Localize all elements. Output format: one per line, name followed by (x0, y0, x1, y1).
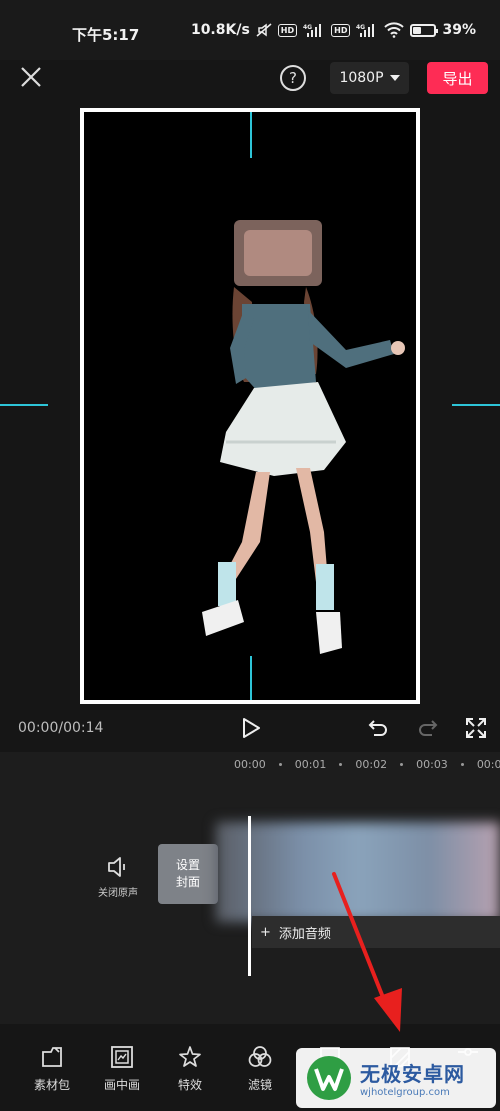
add-audio-label: 添加音频 (278, 926, 331, 942)
video-clip-track[interactable] (216, 822, 500, 922)
video-preview[interactable] (0, 100, 500, 710)
ruler-tick: 00:0 (476, 758, 500, 771)
hd-icon: HD (331, 23, 351, 37)
battery-level (413, 26, 422, 34)
speaker-icon (108, 857, 125, 877)
material-pack-icon (42, 1047, 62, 1067)
playback-time: 00:00/00:14 (18, 720, 104, 736)
help-glyph: ? (289, 69, 297, 87)
fullscreen-icon[interactable] (464, 716, 488, 740)
mute-label: 关闭原声 (98, 888, 138, 899)
tool-effects[interactable]: 特效 (162, 1044, 218, 1093)
resolution-select[interactable]: 1080P (330, 62, 409, 94)
signal-4g-icon: 4G (356, 24, 375, 37)
plus-icon: + (260, 924, 271, 940)
hd-icon: HD (277, 23, 298, 37)
cover-label-line1: 设置 (175, 858, 200, 872)
battery-icon (410, 23, 439, 37)
redo-icon[interactable] (416, 716, 440, 740)
tool-picture-in-picture[interactable]: 画中画 (94, 1044, 150, 1093)
watermark-logo-icon (307, 1056, 351, 1100)
play-icon[interactable] (240, 716, 262, 740)
svg-text:4G: 4G (303, 24, 312, 31)
video-frame[interactable] (80, 108, 420, 704)
mute-original-button[interactable]: 关闭原声 (90, 856, 146, 899)
set-cover-button[interactable]: 设置 封面 (158, 844, 218, 904)
tool-material-pack[interactable]: 素材包 (24, 1044, 80, 1093)
signal-4g-icon: 4G (303, 24, 322, 37)
ruler-tick: 00:02 (355, 758, 388, 771)
playhead[interactable] (248, 816, 251, 976)
picture-in-picture-icon (111, 1046, 133, 1068)
svg-text:4G: 4G (356, 24, 365, 31)
status-time: 下午5:17 (72, 26, 140, 44)
tool-filter[interactable]: 滤镜 (232, 1044, 288, 1093)
cover-label-line2: 封面 (175, 875, 200, 889)
timeline[interactable]: 00:00 00:01 00:02 00:03 00:0 关闭原声 设置封面 +… (0, 752, 500, 1024)
effects-icon (179, 1046, 201, 1067)
status-indicators: 10.8K/s HD 4G HD 4G 39% (191, 22, 476, 38)
watermark-name: 无极安卓网 (360, 1062, 465, 1086)
filter-icon (248, 1046, 272, 1067)
add-audio-button[interactable]: + 添加音频 (252, 916, 500, 948)
tool-label: 素材包 (33, 1078, 70, 1092)
status-bar: 下午5:17 10.8K/s HD 4G HD 4G 39% (0, 0, 500, 60)
watermark-url: wjhotelgroup.com (360, 1087, 450, 1098)
mute-icon (256, 23, 272, 37)
caret-down-icon (389, 75, 400, 81)
network-speed: 10.8K/s (190, 22, 250, 38)
dancer-figure (202, 220, 405, 654)
wifi-icon (384, 22, 405, 38)
tool-label: 画中画 (103, 1078, 140, 1092)
guide-line-right (452, 404, 500, 406)
ruler-tick: 00:03 (416, 758, 448, 771)
time-ruler: 00:00 00:01 00:02 00:03 00:0 (234, 758, 500, 771)
close-icon[interactable] (18, 64, 44, 90)
tool-label: 滤镜 (247, 1078, 272, 1092)
help-icon[interactable]: ? (280, 65, 306, 91)
ruler-tick: 00:01 (294, 758, 327, 771)
export-button[interactable]: 导出 (427, 62, 488, 94)
battery-percent: 39% (442, 22, 476, 38)
watermark-logo: 无极安卓网 wjhotelgroup.com (296, 1048, 496, 1108)
undo-icon[interactable] (366, 716, 390, 740)
tool-label: 特效 (177, 1078, 202, 1092)
resolution-value: 1080P (339, 70, 384, 86)
guide-line-left (0, 404, 48, 406)
ruler-tick: 00:00 (234, 758, 266, 771)
